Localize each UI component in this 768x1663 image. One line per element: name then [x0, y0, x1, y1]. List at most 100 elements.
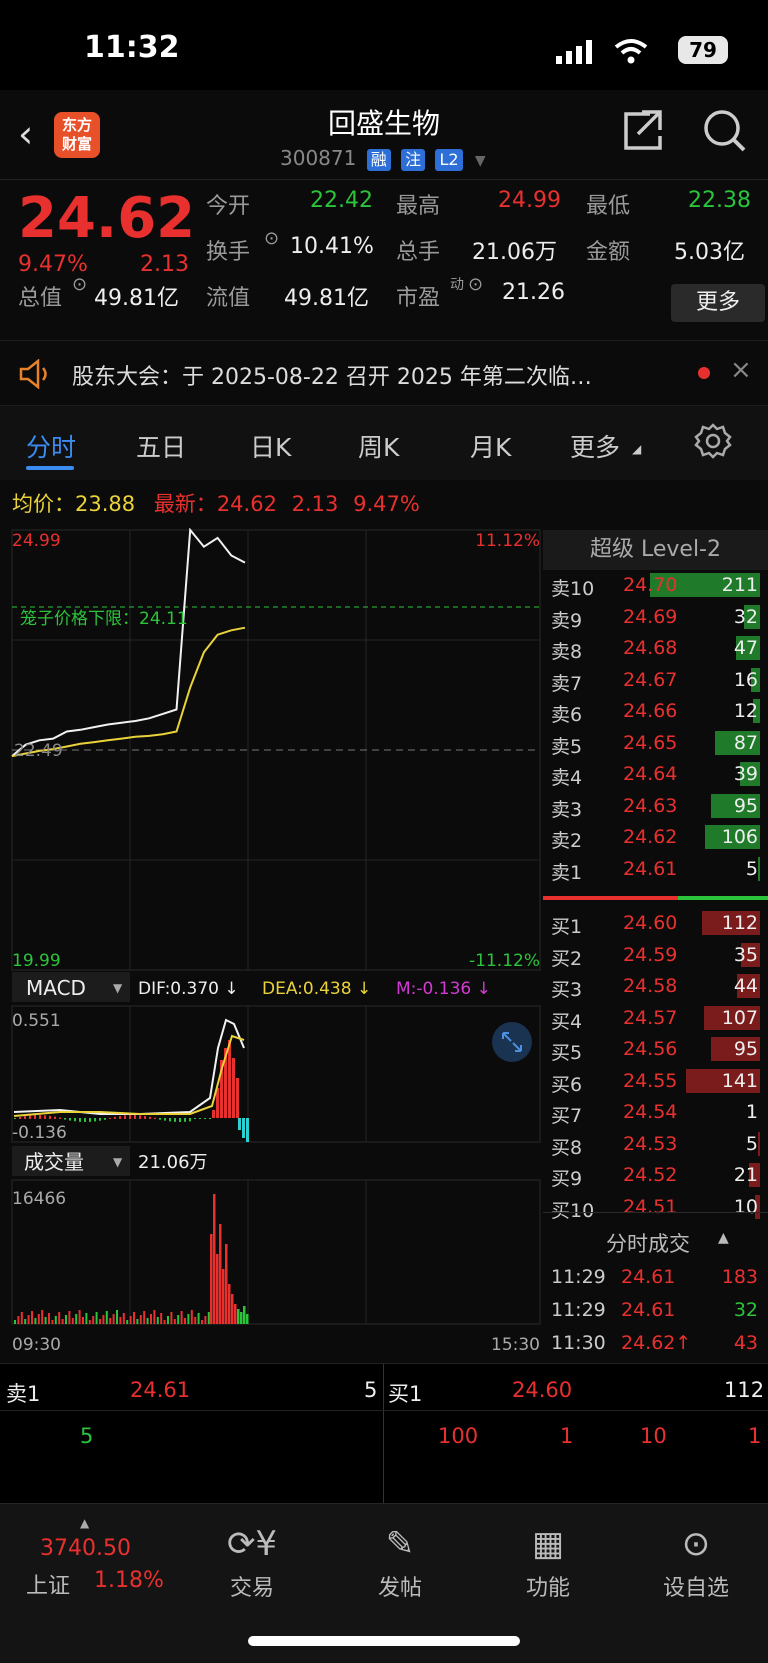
- info-icon[interactable]: ⊙: [264, 228, 279, 249]
- volume-bar: [17, 1316, 20, 1324]
- macd-histogram-bar: [184, 1118, 186, 1122]
- orderbook-price: 24.56: [623, 1038, 678, 1060]
- nav-add-watchlist[interactable]: ⊙ 设自选: [636, 1524, 756, 1602]
- macd-histogram-bar: [209, 1118, 211, 1119]
- status-bar: 11:32 79: [0, 0, 768, 90]
- orderbook-level: 卖4: [551, 767, 583, 789]
- macd-histogram-bar: [39, 1115, 41, 1119]
- notice-bar[interactable]: 股东大会：于 2025-08-22 召开 2025 年第二次临… ×: [0, 340, 768, 406]
- speaker-icon: [19, 359, 47, 389]
- expand-button[interactable]: [492, 1022, 532, 1062]
- nav-trade[interactable]: ⟳¥ 交易: [192, 1524, 312, 1602]
- info-icon[interactable]: ⊙: [72, 274, 87, 295]
- orderbook-row[interactable]: 卖9 24.69 32: [543, 602, 768, 632]
- dif-line: [13, 1018, 245, 1115]
- volume-bar: [105, 1311, 108, 1324]
- caret-up-icon: ▲: [80, 1516, 90, 1530]
- nav-post[interactable]: ✎ 发帖: [340, 1524, 460, 1602]
- orderbook-row[interactable]: 卖3 24.63 95: [543, 791, 768, 821]
- volume-bar: [31, 1311, 33, 1324]
- volume-bar: [156, 1317, 159, 1324]
- open-label: 今开: [206, 194, 251, 219]
- orderbook-level: 卖3: [551, 798, 583, 821]
- orderbook-level: 卖2: [551, 830, 583, 852]
- orderbook-row[interactable]: 卖10 24.70 211: [543, 570, 768, 600]
- volume-bar: [207, 1312, 210, 1324]
- orderbook-row[interactable]: 买5 24.56 95: [543, 1034, 768, 1064]
- orderbook-price: 24.65: [623, 731, 678, 754]
- macd-histogram-bar: [134, 1115, 136, 1119]
- orderbook-row[interactable]: 卖2 24.62 106: [543, 822, 768, 852]
- orderbook-price: 24.58: [623, 975, 678, 997]
- orderbook-price: 24.61: [623, 857, 678, 880]
- share-icon[interactable]: [620, 108, 664, 152]
- volume-bar: [95, 1312, 98, 1324]
- index-pct[interactable]: 1.18%: [94, 1568, 164, 1593]
- tab-daily-k[interactable]: 日K: [250, 428, 291, 464]
- intraday-chart[interactable]: 24.99 11.12% 19.99 -11.12% 22.49 笼子价格下限：…: [0, 528, 543, 1363]
- band-limit-label: 笼子价格下限：24.11: [20, 609, 188, 629]
- level2-header[interactable]: 超级 Level-2: [543, 530, 768, 570]
- volume-bar: [34, 1318, 37, 1324]
- orderbook-row[interactable]: 卖6 24.66 12: [543, 696, 768, 726]
- level2-tag: L2: [435, 149, 463, 171]
- ticks-header[interactable]: 分时成交: [606, 1228, 690, 1258]
- orderbook-row[interactable]: 买6 24.55 141: [543, 1066, 768, 1096]
- current-price: 24.62: [18, 186, 196, 251]
- tab-weekly-k[interactable]: 周K: [358, 428, 399, 464]
- volume-bar: [85, 1313, 88, 1324]
- orderbook-row[interactable]: 买1 24.60 112: [543, 908, 768, 938]
- collapse-icon[interactable]: ▲: [718, 1230, 729, 1246]
- volume-label: 总手: [396, 240, 441, 265]
- info-icon[interactable]: ⊙: [468, 274, 483, 295]
- more-button[interactable]: 更多: [671, 284, 765, 322]
- volume-bar: [109, 1318, 112, 1324]
- volume-bar: [190, 1310, 193, 1324]
- tab-monthly-k[interactable]: 月K: [470, 428, 511, 464]
- home-indicator[interactable]: [248, 1636, 520, 1646]
- orderbook-volume: 107: [721, 1006, 758, 1029]
- macd-histogram-bar: [164, 1118, 166, 1121]
- tab-more[interactable]: 更多: [570, 428, 620, 464]
- tab-5day[interactable]: 五日: [136, 428, 186, 464]
- gear-icon[interactable]: [694, 422, 732, 460]
- orderbook-volume: 5: [745, 1132, 758, 1155]
- macd-histogram-bar: [129, 1115, 131, 1119]
- edit-icon: ✎: [385, 1524, 415, 1564]
- tick-time: 11:29: [551, 1299, 606, 1321]
- orderbook-level: 买8: [551, 1136, 583, 1159]
- orderbook-row[interactable]: 卖7 24.67 16: [543, 665, 768, 695]
- time-start-label: 09:30: [12, 1335, 61, 1355]
- orderbook-row[interactable]: 卖5 24.65 87: [543, 728, 768, 758]
- orderbook-row[interactable]: 买7 24.54 1: [543, 1097, 768, 1127]
- orderbook-row[interactable]: 买2 24.59 35: [543, 940, 768, 970]
- macd-histogram-bar: [194, 1118, 196, 1119]
- macd-histogram-bar: [238, 1118, 241, 1130]
- close-icon[interactable]: ×: [730, 355, 752, 385]
- orderbook-row[interactable]: 卖4 24.64 39: [543, 759, 768, 789]
- orderbook-row[interactable]: 卖1 24.61 5: [543, 854, 768, 884]
- tab-intraday[interactable]: 分时: [26, 428, 76, 464]
- volume-bar: [231, 1294, 234, 1324]
- dropdown-icon[interactable]: ▼: [475, 153, 486, 169]
- orderbook-row[interactable]: 买8 24.53 5: [543, 1129, 768, 1159]
- index-value[interactable]: 3740.50: [40, 1536, 131, 1561]
- orderbook-price: 24.54: [623, 1101, 678, 1123]
- orderbook-row[interactable]: 买4 24.57 107: [543, 1003, 768, 1033]
- macd-histogram-bar: [64, 1118, 66, 1120]
- orderbook-row[interactable]: 买3 24.58 44: [543, 971, 768, 1001]
- orderbook-row[interactable]: 买9 24.52 21: [543, 1160, 768, 1190]
- orderbook-row[interactable]: 卖8 24.68 47: [543, 633, 768, 663]
- tick-price: 24.62↑: [621, 1332, 692, 1354]
- nav-functions[interactable]: ▦ 功能: [488, 1524, 608, 1602]
- volume-bar: [99, 1319, 101, 1324]
- level1-panel: 卖1 24.61 5 买1 24.60 112 5 100 1 10 1: [0, 1363, 768, 1504]
- high-value: 24.99: [498, 188, 561, 213]
- orderbook-row[interactable]: 买10 24.51 10: [543, 1192, 768, 1222]
- volume-bar: [88, 1320, 91, 1324]
- latest-value: 24.62: [216, 492, 277, 516]
- search-icon[interactable]: [702, 108, 748, 154]
- orderbook-volume: 16: [733, 668, 758, 691]
- volume-bar: [92, 1316, 95, 1324]
- index-name[interactable]: 上证: [26, 1568, 70, 1600]
